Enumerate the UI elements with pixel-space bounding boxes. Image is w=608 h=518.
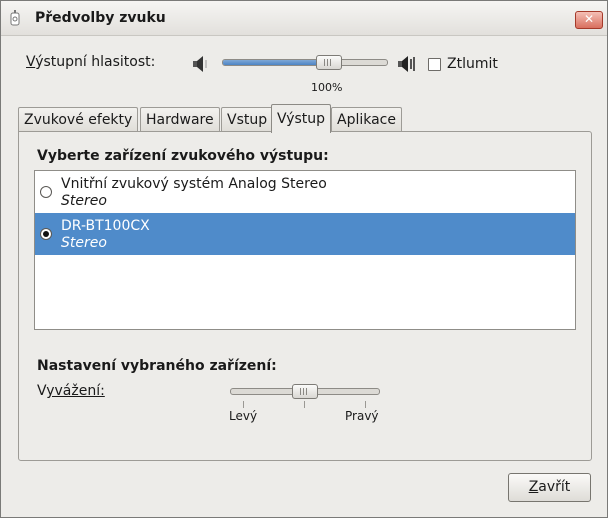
- device-profile: Stereo: [61, 235, 107, 251]
- title-bar[interactable]: Předvolby zvuku ✕: [1, 1, 607, 36]
- balance-tick-left: [243, 401, 244, 408]
- window-title: Předvolby zvuku: [35, 10, 166, 26]
- output-volume-label: Výstupní hlasitost:: [26, 54, 156, 70]
- balance-tick-center: [304, 401, 305, 408]
- app-icon: [10, 10, 20, 26]
- tab-input[interactable]: Vstup: [221, 107, 274, 132]
- list-item[interactable]: DR-BT100CX Stereo: [35, 213, 575, 255]
- balance-label: Vyvážení:: [37, 383, 105, 399]
- device-name: Vnitřní zvukový systém Analog Stereo: [61, 176, 327, 192]
- output-device-heading: Vyberte zařízení zvukového výstupu:: [37, 148, 329, 164]
- volume-slider-knob[interactable]: [316, 55, 342, 70]
- speaker-low-icon[interactable]: [191, 54, 213, 74]
- device-radio[interactable]: [40, 186, 52, 198]
- volume-slider-fill: [223, 60, 329, 65]
- mute-checkbox[interactable]: [428, 58, 441, 71]
- speaker-high-icon[interactable]: [397, 54, 419, 74]
- window-close-button[interactable]: ✕: [575, 11, 603, 29]
- close-button[interactable]: Zavřít: [508, 473, 591, 502]
- tab-applications[interactable]: Aplikace: [331, 107, 402, 132]
- balance-slider-knob[interactable]: [292, 384, 318, 399]
- mute-label[interactable]: Ztlumit: [447, 56, 498, 72]
- sound-preferences-window: Předvolby zvuku ✕ Výstupní hlasitost: 10…: [0, 0, 608, 518]
- device-radio[interactable]: [40, 228, 52, 240]
- volume-slider[interactable]: [222, 59, 388, 66]
- list-item[interactable]: Vnitřní zvukový systém Analog Stereo Ste…: [35, 171, 575, 213]
- tab-hardware[interactable]: Hardware: [140, 107, 220, 132]
- balance-tick-right: [365, 401, 366, 408]
- volume-value: 100%: [311, 81, 343, 94]
- balance-right-label: Pravý: [345, 409, 379, 423]
- output-device-list[interactable]: Vnitřní zvukový systém Analog Stereo Ste…: [34, 170, 576, 330]
- tab-sound-effects[interactable]: Zvukové efekty: [18, 107, 139, 132]
- device-name: DR-BT100CX: [61, 218, 150, 234]
- balance-left-label: Levý: [229, 409, 258, 423]
- device-settings-heading: Nastavení vybraného zařízení:: [37, 358, 277, 374]
- close-icon: ✕: [583, 12, 595, 26]
- tab-output[interactable]: Výstup: [271, 104, 332, 133]
- device-profile: Stereo: [61, 193, 107, 209]
